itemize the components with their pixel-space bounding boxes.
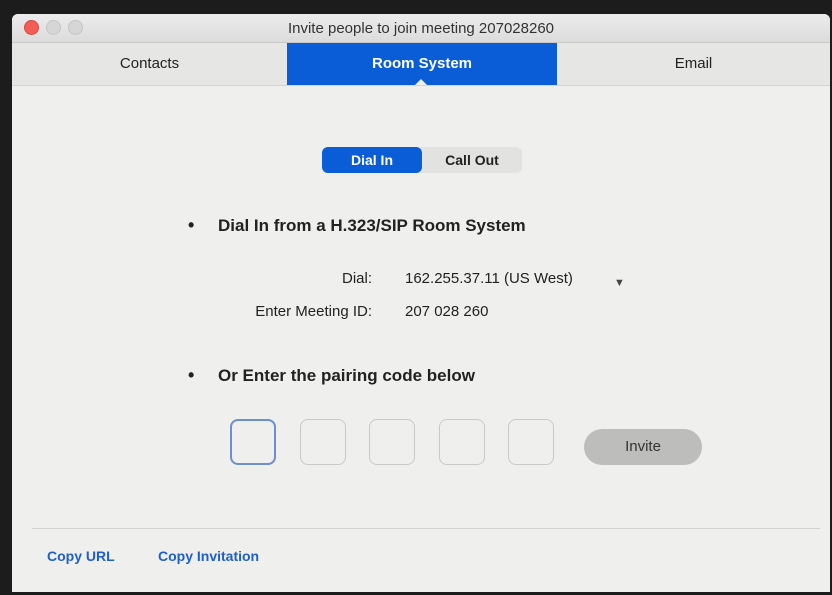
copy-invitation-link[interactable]: Copy Invitation [158, 548, 259, 564]
call-out-segment[interactable]: Call Out [422, 147, 522, 173]
footer-divider [32, 528, 820, 529]
meeting-id-value: 207 028 260 [405, 303, 489, 320]
pairing-code-heading: Or Enter the pairing code below [188, 365, 475, 386]
active-tab-indicator [415, 79, 427, 85]
dial-label: Dial: [341, 270, 372, 287]
window-title: Invite people to join meeting 207028260 [287, 20, 555, 37]
pairing-code-digit-1[interactable] [230, 419, 276, 465]
dial-select-value[interactable]: 162.255.37.11 (US West) [405, 270, 573, 287]
invite-window: Invite people to join meeting 207028260 … [12, 14, 830, 592]
dial-in-segment[interactable]: Dial In [322, 147, 422, 173]
invite-button[interactable]: Invite [584, 429, 702, 465]
tab-email[interactable]: Email [557, 43, 830, 85]
title-bar: Invite people to join meeting 207028260 [12, 14, 830, 43]
chevron-down-icon[interactable]: ▼ [614, 277, 625, 289]
pairing-code-digit-4[interactable] [439, 419, 485, 465]
pairing-code-digit-3[interactable] [369, 419, 415, 465]
pairing-code-digit-2[interactable] [300, 419, 346, 465]
tab-contacts[interactable]: Contacts [12, 43, 287, 85]
dial-in-heading: Dial In from a H.323/SIP Room System [188, 215, 526, 236]
pairing-code-digit-5[interactable] [508, 419, 554, 465]
copy-url-link[interactable]: Copy URL [47, 548, 115, 564]
meeting-id-label: Enter Meeting ID: [255, 303, 372, 320]
dial-mode-segmented-control: Dial In Call Out [322, 147, 522, 173]
